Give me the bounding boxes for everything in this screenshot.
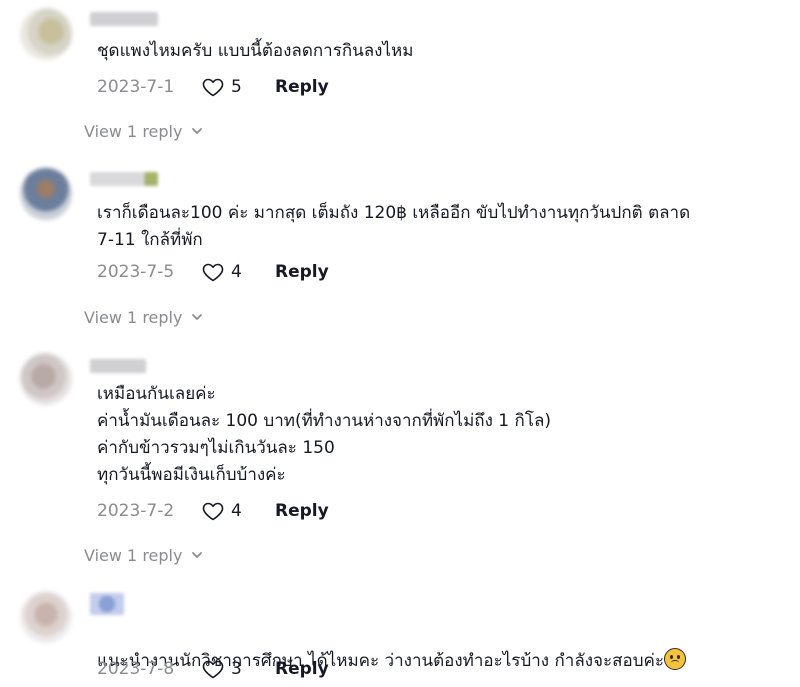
comment-date: 2023-7-5: [97, 262, 175, 282]
comment-text: เหมือนกันเลยค่ะ ค่าน้ำมันเดือนละ 100 บาท…: [97, 384, 552, 485]
comment-meta: 2023-7-1 5 Reply: [97, 74, 329, 100]
comment-meta: 2023-7-2 4 Reply: [97, 498, 329, 524]
like-count: 3: [231, 659, 242, 679]
like-count: 4: [231, 262, 242, 282]
reply-button[interactable]: Reply: [275, 77, 329, 97]
username-blurred[interactable]: [90, 172, 158, 186]
chevron-down-icon: [192, 128, 203, 134]
reply-button[interactable]: Reply: [275, 262, 329, 282]
username-blurred[interactable]: [90, 359, 146, 373]
heart-outline-icon[interactable]: [201, 260, 225, 284]
heart-outline-icon[interactable]: [201, 499, 225, 523]
frowning-face-emoji-icon: [664, 648, 687, 670]
avatar[interactable]: [20, 353, 72, 405]
chevron-down-icon: [192, 552, 203, 558]
comment-text: ชุดแพงไหมครับ แบบนี้ต้องลดการกินลงไหม: [97, 41, 414, 61]
avatar[interactable]: [20, 8, 72, 60]
view-replies-button[interactable]: View 1 reply: [84, 305, 204, 329]
like-count: 4: [231, 501, 242, 521]
heart-outline-icon[interactable]: [201, 75, 225, 99]
like-button[interactable]: 4: [201, 499, 275, 523]
comment-meta: 2023-7-5 4 Reply: [97, 259, 329, 285]
like-button[interactable]: 4: [201, 260, 275, 284]
view-replies-button[interactable]: View 1 reply: [84, 543, 204, 567]
like-button[interactable]: 3: [201, 657, 275, 681]
view-replies-label: View 1 reply: [84, 307, 183, 327]
comment-date: 2023-7-2: [97, 501, 175, 521]
comment-date: 2023-7-8: [97, 659, 175, 679]
username-blurred[interactable]: [90, 12, 158, 26]
view-replies-label: View 1 reply: [84, 121, 183, 141]
comment-meta: 2023-7-8 3 Reply: [97, 656, 329, 682]
like-button[interactable]: 5: [201, 75, 275, 99]
comment-text: เราก็เดือนละ100 ค่ะ มากสุด เต็มถัง 120฿ …: [97, 203, 691, 250]
username-blurred[interactable]: [90, 593, 124, 615]
view-replies-label: View 1 reply: [84, 545, 183, 565]
avatar[interactable]: [20, 591, 72, 643]
comment-date: 2023-7-1: [97, 77, 175, 97]
chevron-down-icon: [192, 314, 203, 320]
avatar[interactable]: [20, 168, 72, 220]
reply-button[interactable]: Reply: [275, 501, 329, 521]
heart-outline-icon[interactable]: [201, 657, 225, 681]
like-count: 5: [231, 77, 242, 97]
view-replies-button[interactable]: View 1 reply: [84, 119, 204, 143]
reply-button[interactable]: Reply: [275, 659, 329, 679]
